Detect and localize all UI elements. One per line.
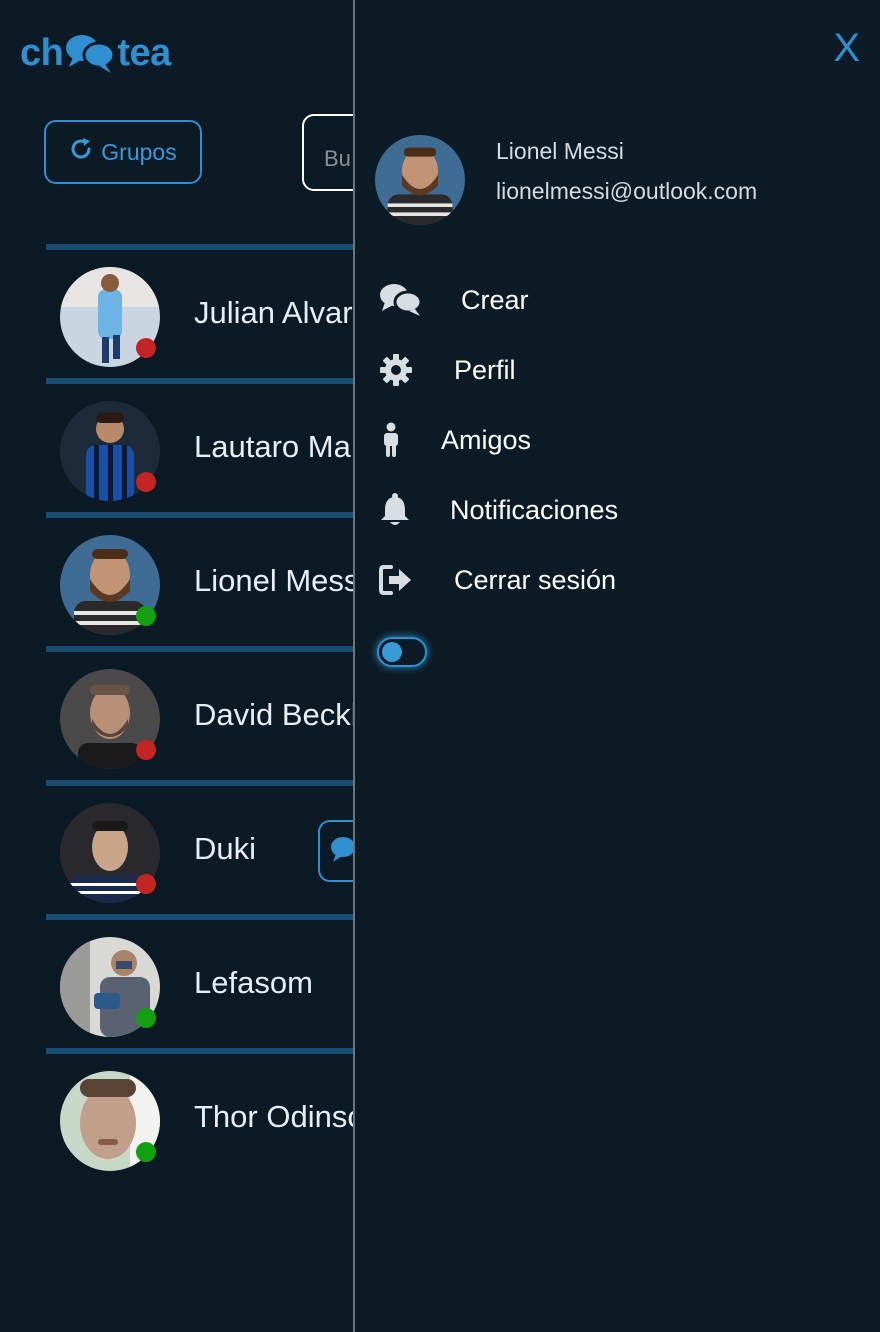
theme-toggle[interactable] xyxy=(377,637,427,667)
status-indicator xyxy=(136,606,156,626)
menu-item-label: Amigos xyxy=(441,424,532,455)
contact-name: David Beckham xyxy=(194,697,353,732)
contacts-panel: ch tea Grupos Bu Julian Alvar Lautaro Ma… xyxy=(0,0,353,1332)
status-indicator xyxy=(136,472,156,492)
contact-row[interactable]: Duki xyxy=(46,780,353,914)
person-icon xyxy=(379,420,441,460)
chat-bubbles-icon xyxy=(379,280,461,320)
menu-item-label: Crear xyxy=(461,284,529,315)
status-indicator xyxy=(136,740,156,760)
menu-item-label: Perfil xyxy=(454,354,516,385)
menu-item-cerrar-sesion[interactable]: Cerrar sesión xyxy=(379,560,616,600)
sign-out-icon xyxy=(379,560,454,600)
app-logo: ch tea xyxy=(20,32,171,75)
status-indicator xyxy=(136,1142,156,1162)
menu-item-notificaciones[interactable]: Notificaciones xyxy=(379,490,618,530)
contact-row[interactable]: Lionel Messi xyxy=(46,512,353,646)
profile-avatar[interactable] xyxy=(375,135,465,225)
contact-row[interactable]: Lefasom xyxy=(46,914,353,1048)
groups-button[interactable]: Grupos xyxy=(44,120,202,184)
search-placeholder: Bu xyxy=(324,146,351,171)
contact-list: Julian Alvarez Lautaro Martinez xyxy=(46,244,353,1182)
contact-name: Lautaro Martinez xyxy=(194,429,353,464)
close-drawer-button[interactable]: X xyxy=(833,28,860,68)
chat-bubbles-icon xyxy=(330,837,353,870)
contact-name: Lefasom xyxy=(194,965,313,1000)
start-chat-button[interactable] xyxy=(318,820,353,882)
profile-name: Lionel Messi xyxy=(496,138,624,164)
search-input[interactable]: Bu xyxy=(302,114,353,191)
contact-name: Lionel Messi xyxy=(194,563,353,598)
contact-name: Duki xyxy=(194,831,257,866)
contact-row[interactable]: David Beckham xyxy=(46,646,353,780)
gear-icon xyxy=(379,350,454,390)
logo-text-left: ch xyxy=(20,32,64,74)
status-indicator xyxy=(136,874,156,894)
contact-row[interactable]: Thor Odinson xyxy=(46,1048,353,1182)
contact-name: Julian Alvarez xyxy=(194,295,353,330)
menu-item-label: Cerrar sesión xyxy=(454,564,617,595)
menu-item-crear[interactable]: Crear xyxy=(379,280,529,320)
contact-row[interactable]: Lautaro Martinez xyxy=(46,378,353,512)
groups-button-label: Grupos xyxy=(101,138,177,165)
status-indicator xyxy=(136,1008,156,1028)
menu-item-perfil[interactable]: Perfil xyxy=(379,350,516,390)
contact-row[interactable]: Julian Alvarez xyxy=(46,244,353,378)
status-indicator xyxy=(136,338,156,358)
chat-bubbles-logo-icon xyxy=(65,33,116,75)
side-drawer: X Lionel Messi lionelmessi@outlook.com C… xyxy=(353,0,880,1332)
bell-icon xyxy=(379,490,450,530)
toggle-knob xyxy=(382,642,402,662)
menu-item-amigos[interactable]: Amigos xyxy=(379,420,531,460)
contact-name: Thor Odinson xyxy=(194,1099,353,1134)
profile-email: lionelmessi@outlook.com xyxy=(496,178,758,204)
menu-item-label: Notificaciones xyxy=(450,494,619,525)
refresh-icon xyxy=(69,137,93,167)
logo-text-right: tea xyxy=(117,32,171,74)
